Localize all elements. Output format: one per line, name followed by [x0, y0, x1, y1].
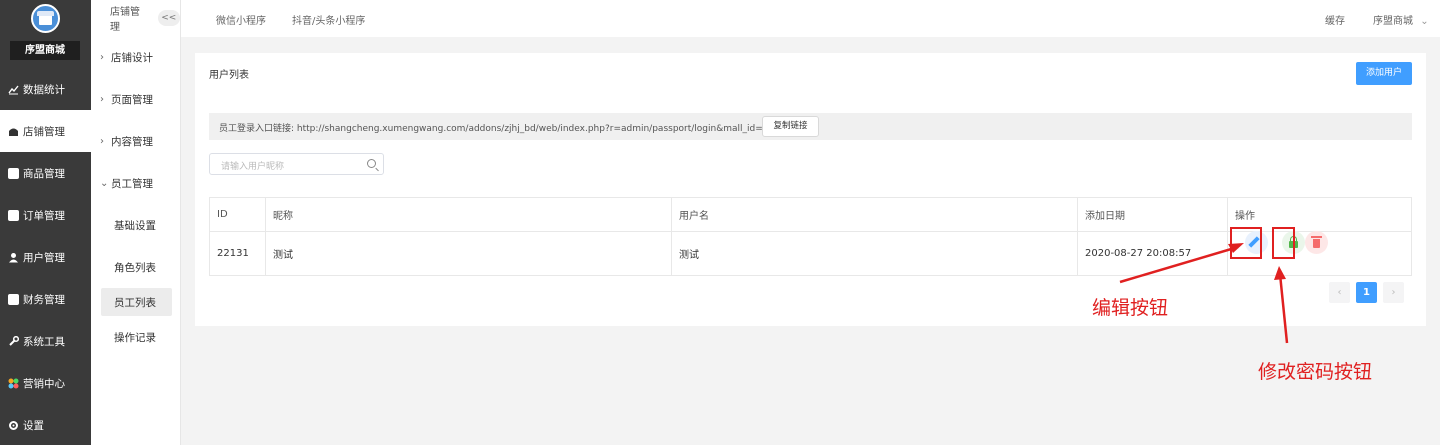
sub-sidebar: 店铺管理 << › 店铺设计 › 页面管理 › 内容管理 ⌄ 员工管理 基础设置… [91, 0, 181, 445]
submenu-group-staff[interactable]: ⌄ 员工管理 [91, 162, 180, 204]
copy-link-button[interactable]: 复制链接 [762, 116, 819, 137]
chevron-right-icon: › [100, 135, 104, 147]
nav-label: 商品管理 [23, 167, 65, 180]
search-box[interactable]: 请输入用户昵称 [209, 153, 384, 175]
nav-item-finance[interactable]: 财务管理 [0, 278, 91, 320]
submenu-group-pages[interactable]: › 页面管理 [91, 78, 180, 120]
chart-icon [8, 84, 19, 95]
collapse-button[interactable]: << [157, 10, 180, 26]
submenu-label: 店铺设计 [111, 51, 153, 64]
chevron-right-icon: › [100, 51, 104, 63]
search-icon[interactable] [367, 159, 376, 168]
submenu-group-content[interactable]: › 内容管理 [91, 120, 180, 162]
chevron-right-icon: › [100, 93, 104, 105]
pagination-next[interactable]: › [1383, 282, 1404, 303]
login-link-bar: 员工登录入口链接: http://shangcheng.xumengwang.c… [209, 113, 1412, 140]
trash-body [1313, 239, 1320, 248]
pagination-page[interactable]: 1 [1356, 282, 1377, 303]
submenu-item-staff-list[interactable]: 员工列表 [101, 288, 172, 316]
nav-item-users[interactable]: 用户管理 [0, 236, 91, 278]
shop-icon [8, 126, 19, 137]
edit-highlight-box [1230, 227, 1262, 259]
account-menu[interactable]: 序盟商城 ⌄ [1373, 12, 1429, 27]
login-link-text: 员工登录入口链接: http://shangcheng.xumengwang.c… [219, 121, 788, 134]
header-date: 添加日期 [1077, 197, 1228, 232]
shop-name: 序盟商城 [10, 41, 80, 60]
account-name: 序盟商城 [1373, 16, 1413, 27]
logo-area: 序盟商城 [0, 0, 91, 68]
tab-wechat-miniapp[interactable]: 微信小程序 [216, 12, 266, 27]
gear-icon [8, 420, 19, 431]
page-title: 用户列表 [209, 70, 249, 81]
top-bar: 微信小程序 抖音/头条小程序 缓存 序盟商城 ⌄ [181, 0, 1440, 37]
submenu-header: 店铺管理 << [91, 0, 180, 36]
login-link-url: http://shangcheng.xumengwang.com/addons/… [296, 124, 789, 134]
nav-item-stats[interactable]: 数据统计 [0, 68, 91, 110]
user-list-card: 员工登录入口链接: http://shangcheng.xumengwang.c… [195, 91, 1426, 326]
nav-label: 用户管理 [23, 251, 65, 264]
edit-button-annotation: 编辑按钮 [1092, 297, 1169, 319]
cell-id: 22131 [209, 231, 266, 276]
chevron-down-icon: ⌄ [100, 177, 109, 189]
submenu-item-operation-log[interactable]: 操作记录 [91, 316, 180, 358]
submenu-title: 店铺管理 [110, 7, 140, 33]
cell-date: 2020-08-27 20:08:57 [1077, 231, 1228, 276]
nav-label: 设置 [23, 419, 44, 432]
password-highlight-box [1272, 227, 1295, 259]
header-nickname: 昵称 [265, 197, 672, 232]
delete-button[interactable] [1305, 231, 1328, 254]
add-user-button[interactable]: 添加用户 [1356, 62, 1412, 85]
shop-logo-icon[interactable] [31, 4, 60, 33]
submenu-label: 员工管理 [111, 177, 153, 190]
nav-label: 系统工具 [23, 335, 65, 348]
nav-item-tools[interactable]: 系统工具 [0, 320, 91, 362]
nav-label: 订单管理 [23, 209, 65, 222]
login-link-label: 员工登录入口链接: [219, 124, 295, 134]
marketing-icon [8, 378, 19, 389]
nav-item-marketing[interactable]: 营销中心 [0, 362, 91, 404]
goods-icon [8, 167, 19, 179]
pagination-prev[interactable]: ‹ [1329, 282, 1350, 303]
cache-button[interactable]: 缓存 [1325, 12, 1345, 27]
tab-douyin-miniapp[interactable]: 抖音/头条小程序 [292, 12, 365, 27]
nav-item-goods[interactable]: 商品管理 [0, 152, 91, 194]
nav-label: 营销中心 [23, 377, 65, 390]
nav-item-orders[interactable]: 订单管理 [0, 194, 91, 236]
main-sidebar: 序盟商城 数据统计 店铺管理 商品管理 订单管理 用户管理 财务管理 系统工具 [0, 0, 91, 445]
nav-label: 数据统计 [23, 83, 65, 96]
header-username: 用户名 [671, 197, 1078, 232]
trash-icon [1311, 236, 1322, 238]
nav-item-settings[interactable]: 设置 [0, 404, 91, 445]
submenu-item-basic-settings[interactable]: 基础设置 [91, 204, 180, 246]
chevron-down-icon: ⌄ [1420, 16, 1429, 27]
cell-username: 测试 [671, 231, 1078, 276]
submenu-label: 页面管理 [111, 93, 153, 106]
user-icon [8, 252, 19, 263]
nav-label: 店铺管理 [23, 125, 65, 138]
search-input[interactable]: 请输入用户昵称 [221, 159, 284, 172]
submenu-group-design[interactable]: › 店铺设计 [91, 36, 180, 78]
nav-label: 财务管理 [23, 293, 65, 306]
submenu-item-role-list[interactable]: 角色列表 [91, 246, 180, 288]
finance-icon [8, 293, 19, 305]
cell-nickname: 测试 [265, 231, 672, 276]
submenu-label: 内容管理 [111, 135, 153, 148]
password-button-annotation: 修改密码按钮 [1258, 361, 1373, 383]
header-id: ID [209, 197, 266, 232]
wrench-icon [8, 335, 20, 347]
order-icon [8, 209, 19, 221]
page-header-card: 用户列表 添加用户 [195, 53, 1426, 91]
nav-item-shop[interactable]: 店铺管理 [0, 110, 91, 152]
